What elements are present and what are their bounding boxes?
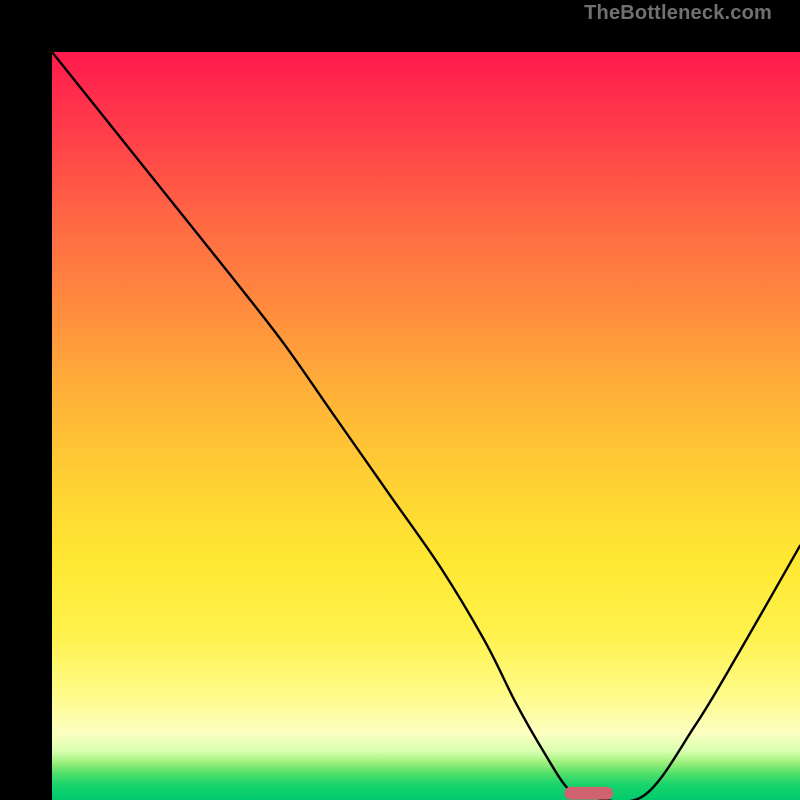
watermark-label: TheBottleneck.com (584, 2, 772, 25)
chart-frame (0, 0, 800, 800)
chart-svg (52, 52, 800, 800)
plot-area (52, 52, 800, 800)
optimal-range-marker (564, 787, 613, 800)
bottleneck-curve (52, 52, 800, 800)
